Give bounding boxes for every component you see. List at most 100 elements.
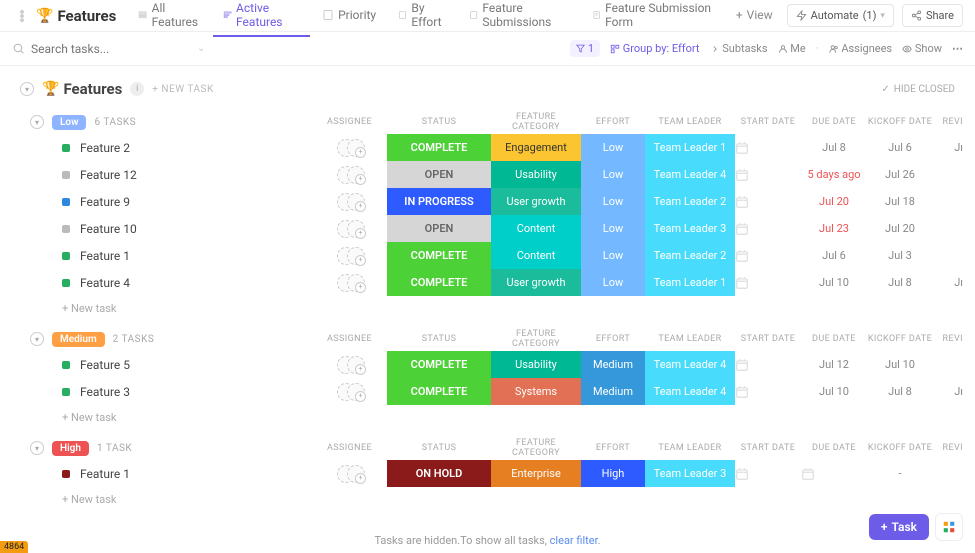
due-date-cell[interactable]: Jul 10 <box>801 276 867 289</box>
task-row[interactable]: Feature 4 COMPLETE User growth Low Team … <box>12 269 963 296</box>
col-leader[interactable]: TEAM LEADER <box>645 117 735 127</box>
due-date-cell[interactable]: 5 days ago <box>801 168 867 181</box>
task-row[interactable]: Feature 2 COMPLETE Engagement Low Team L… <box>12 134 963 161</box>
tab-all-features[interactable]: All Features <box>128 0 210 37</box>
due-date-cell[interactable] <box>801 467 867 481</box>
start-date-cell[interactable] <box>735 141 801 155</box>
search-box[interactable]: ⌄ <box>12 42 562 56</box>
info-icon[interactable]: i <box>130 82 144 96</box>
task-name[interactable]: Feature 9 <box>80 195 327 209</box>
assignee-cell[interactable] <box>327 464 387 484</box>
category-cell[interactable]: User growth <box>491 188 581 215</box>
add-assignee-icon[interactable] <box>347 383 365 401</box>
status-cell[interactable]: OPEN <box>387 161 491 188</box>
col-kickoff[interactable]: KICKOFF DATE <box>867 117 933 127</box>
leader-cell[interactable]: Team Leader 2 <box>645 242 735 269</box>
task-name[interactable]: Feature 10 <box>80 222 327 236</box>
task-name[interactable]: Feature 5 <box>80 358 327 372</box>
hide-closed-toggle[interactable]: ✓ HIDE CLOSED <box>881 84 963 95</box>
leader-cell[interactable]: Team Leader 4 <box>645 351 735 378</box>
status-square[interactable] <box>62 388 70 396</box>
start-date-cell[interactable] <box>735 168 801 182</box>
task-name[interactable]: Feature 1 <box>80 249 327 263</box>
task-row[interactable]: Feature 12 OPEN Usability Low Team Leade… <box>12 161 963 188</box>
assignee-cell[interactable] <box>327 192 387 212</box>
settings-dots-icon[interactable] <box>12 6 32 26</box>
start-date-cell[interactable] <box>735 358 801 372</box>
search-input[interactable] <box>31 42 151 56</box>
start-date-cell[interactable] <box>735 195 801 209</box>
col-leader[interactable]: TEAM LEADER <box>645 443 735 453</box>
kickoff-date-cell[interactable]: Jul 20 <box>867 222 933 235</box>
group-toggle[interactable]: ▾ <box>30 441 44 455</box>
add-assignee-icon[interactable] <box>347 220 365 238</box>
status-cell[interactable]: COMPLETE <box>387 378 491 405</box>
effort-cell[interactable]: Low <box>581 161 645 188</box>
col-review[interactable]: REVI <box>933 443 963 453</box>
assignee-cell[interactable] <box>327 273 387 293</box>
col-status[interactable]: STATUS <box>387 443 491 453</box>
effort-cell[interactable]: Low <box>581 134 645 161</box>
group-pill-high[interactable]: High <box>52 441 89 456</box>
col-assignee[interactable]: ASSIGNEE <box>327 443 387 453</box>
col-start[interactable]: START DATE <box>735 443 801 453</box>
due-date-cell[interactable]: Jul 12 <box>801 358 867 371</box>
col-effort[interactable]: EFFORT <box>581 334 645 344</box>
col-status[interactable]: STATUS <box>387 117 491 127</box>
col-due[interactable]: DUE DATE <box>801 334 867 344</box>
category-cell[interactable]: Systems <box>491 378 581 405</box>
task-name[interactable]: Feature 1 <box>80 467 327 481</box>
status-cell[interactable]: ON HOLD <box>387 460 491 487</box>
due-date-cell[interactable]: Jul 8 <box>801 141 867 154</box>
task-row[interactable]: Feature 3 COMPLETE Systems Medium Team L… <box>12 378 963 405</box>
assignee-cell[interactable] <box>327 219 387 239</box>
new-task-row[interactable]: + New task <box>12 405 963 436</box>
kickoff-date-cell[interactable]: Jul 3 <box>867 249 933 262</box>
status-square[interactable] <box>62 279 70 287</box>
apps-grid-button[interactable] <box>935 513 963 541</box>
effort-cell[interactable]: Low <box>581 215 645 242</box>
leader-cell[interactable]: Team Leader 4 <box>645 161 735 188</box>
leader-cell[interactable]: Team Leader 3 <box>645 215 735 242</box>
chevron-down-icon[interactable]: ⌄ <box>197 43 205 54</box>
assignee-cell[interactable] <box>327 382 387 402</box>
col-leader[interactable]: TEAM LEADER <box>645 334 735 344</box>
new-task-row[interactable]: + New task <box>12 487 963 518</box>
new-task-header-button[interactable]: + NEW TASK <box>152 84 213 95</box>
col-review[interactable]: REVI <box>933 117 963 127</box>
col-kickoff[interactable]: KICKOFF DATE <box>867 334 933 344</box>
tab-active-features[interactable]: Active Features <box>213 0 310 37</box>
col-assignee[interactable]: ASSIGNEE <box>327 334 387 344</box>
task-row[interactable]: Feature 10 OPEN Content Low Team Leader … <box>12 215 963 242</box>
add-assignee-icon[interactable] <box>347 139 365 157</box>
col-start[interactable]: START DATE <box>735 117 801 127</box>
col-due[interactable]: DUE DATE <box>801 443 867 453</box>
col-category[interactable]: FEATURE CATEGORY <box>491 112 581 132</box>
col-kickoff[interactable]: KICKOFF DATE <box>867 443 933 453</box>
leader-cell[interactable]: Team Leader 2 <box>645 188 735 215</box>
status-cell[interactable]: COMPLETE <box>387 351 491 378</box>
tab-feature-submission-form[interactable]: Feature Submission Form <box>582 0 722 37</box>
status-square[interactable] <box>62 252 70 260</box>
kickoff-date-cell[interactable]: Jul 10 <box>867 358 933 371</box>
status-cell[interactable]: COMPLETE <box>387 134 491 161</box>
kickoff-date-cell[interactable]: Jul 26 <box>867 168 933 181</box>
assignees-button[interactable]: Assignees <box>829 42 893 55</box>
status-cell[interactable]: COMPLETE <box>387 269 491 296</box>
automate-button[interactable]: Automate (1) ▾ <box>787 4 894 27</box>
status-square[interactable] <box>62 198 70 206</box>
effort-cell[interactable]: Low <box>581 188 645 215</box>
start-date-cell[interactable] <box>735 467 801 481</box>
add-view-button[interactable]: + View <box>726 2 783 30</box>
status-cell[interactable]: COMPLETE <box>387 242 491 269</box>
task-row[interactable]: Feature 1 ON HOLD Enterprise High Team L… <box>12 460 963 487</box>
kickoff-date-cell[interactable]: Jul 18 <box>867 195 933 208</box>
col-effort[interactable]: EFFORT <box>581 117 645 127</box>
assignee-cell[interactable] <box>327 355 387 375</box>
kickoff-date-cell[interactable]: - <box>867 467 933 480</box>
category-cell[interactable]: Enterprise <box>491 460 581 487</box>
start-date-cell[interactable] <box>735 385 801 399</box>
me-button[interactable]: Me <box>778 42 806 55</box>
group-toggle[interactable]: ▾ <box>30 115 44 129</box>
effort-cell[interactable]: Medium <box>581 351 645 378</box>
